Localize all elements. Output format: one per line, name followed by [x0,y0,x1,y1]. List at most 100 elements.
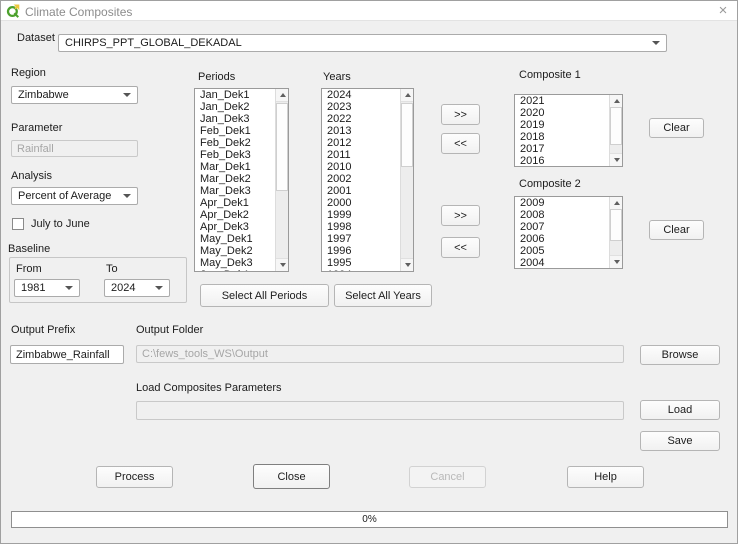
list-item[interactable]: 2023 [327,101,399,113]
remove-from-composite2-button[interactable]: << [441,237,480,258]
list-item[interactable]: 2002 [327,173,399,185]
parameter-label: Parameter [11,122,62,134]
save-button[interactable]: Save [640,431,720,451]
analysis-combobox[interactable]: Percent of Average [11,187,138,205]
list-item[interactable]: 1996 [327,245,399,257]
composite2-listbox[interactable]: 200920082007200620052004 [514,196,623,269]
list-item[interactable]: 2000 [327,197,399,209]
list-item[interactable]: 2001 [327,185,399,197]
scrollbar-thumb[interactable] [401,103,413,167]
titlebar: Climate Composites × [1,1,737,21]
add-to-composite1-button[interactable]: >> [441,104,480,125]
composite1-listbox[interactable]: 202120202019201820172016 [514,94,623,167]
july-to-june-checkbox[interactable] [12,218,24,230]
list-item[interactable]: Feb_Dek1 [200,125,274,137]
select-all-years-button[interactable]: Select All Years [334,284,432,307]
list-item[interactable]: 2004 [520,257,608,268]
list-item[interactable]: Feb_Dek2 [200,137,274,149]
july-to-june-label: July to June [31,218,90,230]
scroll-up-icon[interactable] [401,89,414,102]
list-item[interactable]: Feb_Dek3 [200,149,274,161]
list-item[interactable]: 2017 [520,143,608,155]
list-item[interactable]: 1994 [327,269,399,271]
chevron-down-icon [652,41,660,45]
list-item[interactable]: May_Dek1 [200,233,274,245]
list-item[interactable]: Apr_Dek1 [200,197,274,209]
qgis-logo-icon [6,4,20,18]
list-item[interactable]: 2010 [327,161,399,173]
composite1-label: Composite 1 [519,69,581,81]
scroll-up-icon[interactable] [276,89,289,102]
help-button[interactable]: Help [567,466,644,488]
baseline-to-combobox[interactable]: 2024 [104,279,170,297]
output-prefix-input[interactable] [10,345,124,364]
scrollbar-thumb[interactable] [610,107,622,145]
list-item[interactable]: 2005 [520,245,608,257]
list-item[interactable]: 1999 [327,209,399,221]
list-item[interactable]: Apr_Dek3 [200,221,274,233]
list-item[interactable]: Jan_Dek3 [200,113,274,125]
periods-listbox[interactable]: Jan_Dek1Jan_Dek2Jan_Dek3Feb_Dek1Feb_Dek2… [194,88,289,272]
list-item[interactable]: Mar_Dek2 [200,173,274,185]
scroll-down-icon[interactable] [610,153,623,166]
list-item[interactable]: 2013 [327,125,399,137]
composite1-scrollbar[interactable] [609,95,622,166]
clear-composite1-button[interactable]: Clear [649,118,704,138]
list-item[interactable]: 1997 [327,233,399,245]
baseline-to-label: To [106,263,118,275]
add-to-composite2-button[interactable]: >> [441,205,480,226]
list-item[interactable]: Jan_Dek1 [200,89,274,101]
years-listbox[interactable]: 2024202320222013201220112010200220012000… [321,88,414,272]
region-combobox[interactable]: Zimbabwe [11,86,138,104]
close-button[interactable]: Close [253,464,330,489]
clear-composite2-button[interactable]: Clear [649,220,704,240]
list-item[interactable]: Mar_Dek1 [200,161,274,173]
list-item[interactable]: 2012 [327,137,399,149]
list-item[interactable]: 2007 [520,221,608,233]
list-item[interactable]: 1995 [327,257,399,269]
list-item[interactable]: 2021 [520,95,608,107]
list-item[interactable]: May_Dek3 [200,257,274,269]
progress-text: 0% [362,514,376,525]
close-icon[interactable]: × [715,3,731,19]
periods-items: Jan_Dek1Jan_Dek2Jan_Dek3Feb_Dek1Feb_Dek2… [195,89,274,271]
list-item[interactable]: 2011 [327,149,399,161]
output-prefix-label: Output Prefix [11,324,75,336]
browse-button[interactable]: Browse [640,345,720,365]
list-item[interactable]: Jan_Dek2 [200,101,274,113]
scrollbar-thumb[interactable] [610,209,622,241]
list-item[interactable]: 2006 [520,233,608,245]
load-button[interactable]: Load [640,400,720,420]
scroll-down-icon[interactable] [610,255,623,268]
dataset-combobox[interactable]: CHIRPS_PPT_GLOBAL_DEKADAL [58,34,667,52]
scrollbar-thumb[interactable] [276,103,288,191]
cancel-button: Cancel [409,466,486,488]
list-item[interactable]: 2016 [520,155,608,166]
baseline-from-label: From [16,263,42,275]
remove-from-composite1-button[interactable]: << [441,133,480,154]
list-item[interactable]: Jun_Dek1 [200,269,274,271]
baseline-from-combobox[interactable]: 1981 [14,279,80,297]
load-composites-parameters-field [136,401,624,420]
output-folder-field [136,345,624,363]
list-item[interactable]: Apr_Dek2 [200,209,274,221]
composite2-scrollbar[interactable] [609,197,622,268]
list-item[interactable]: 2022 [327,113,399,125]
list-item[interactable]: Mar_Dek3 [200,185,274,197]
list-item[interactable]: 2024 [327,89,399,101]
list-item[interactable]: 2018 [520,131,608,143]
list-item[interactable]: 1998 [327,221,399,233]
process-button[interactable]: Process [96,466,173,488]
list-item[interactable]: May_Dek2 [200,245,274,257]
baseline-groupbox: From 1981 To 2024 [9,257,187,303]
scroll-down-icon[interactable] [276,258,289,271]
chevron-down-icon [123,93,131,97]
periods-scrollbar[interactable] [275,89,288,271]
list-item[interactable]: 2008 [520,209,608,221]
list-item[interactable]: 2020 [520,107,608,119]
select-all-periods-button[interactable]: Select All Periods [200,284,329,307]
list-item[interactable]: 2009 [520,197,608,209]
list-item[interactable]: 2019 [520,119,608,131]
years-scrollbar[interactable] [400,89,413,271]
scroll-down-icon[interactable] [401,258,414,271]
